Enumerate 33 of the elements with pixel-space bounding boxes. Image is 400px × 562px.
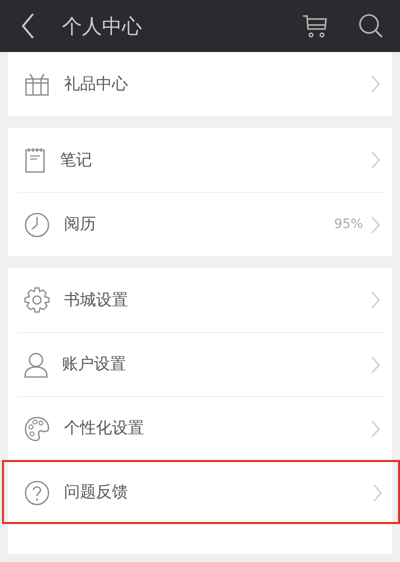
menu-item[interactable]: 笔记 bbox=[18, 128, 386, 192]
menu-item[interactable]: 礼品中心 bbox=[18, 52, 386, 116]
menu-item[interactable]: 阅历 95% bbox=[18, 192, 386, 256]
menu-label: 礼品中心 bbox=[64, 74, 128, 94]
chevron-icon bbox=[371, 420, 380, 438]
search-icon[interactable] bbox=[358, 13, 384, 39]
menu-item[interactable]: 个性化设置 bbox=[18, 396, 386, 460]
menu-label: 个性化设置 bbox=[64, 418, 144, 439]
back-icon[interactable] bbox=[20, 12, 36, 40]
palette-icon bbox=[24, 416, 50, 442]
notepad-icon bbox=[24, 147, 46, 173]
help-icon bbox=[24, 480, 50, 506]
menu-label: 书城设置 bbox=[64, 290, 128, 310]
chevron-icon bbox=[373, 484, 382, 502]
gift-icon bbox=[24, 71, 50, 97]
menu-item[interactable]: 账户设置 bbox=[18, 332, 386, 396]
menu-label: 账户设置 bbox=[62, 354, 126, 375]
chevron-icon bbox=[371, 216, 380, 234]
chevron-icon bbox=[371, 151, 380, 169]
chevron-icon bbox=[371, 356, 380, 374]
gear-icon bbox=[24, 287, 50, 313]
person-icon bbox=[24, 352, 48, 378]
menu-label: 阅历 bbox=[64, 214, 96, 235]
progress-value: 95% bbox=[334, 217, 363, 232]
menu-label: 问题反馈 bbox=[64, 482, 128, 503]
chevron-icon bbox=[371, 75, 380, 93]
page-title: 个人中心 bbox=[62, 12, 142, 40]
menu-item[interactable]: 书城设置 bbox=[18, 268, 386, 332]
clock-icon bbox=[24, 212, 50, 238]
cart-icon[interactable] bbox=[302, 13, 328, 39]
menu-label: 笔记 bbox=[60, 150, 92, 170]
menu-item[interactable]: 问题反馈 bbox=[2, 460, 400, 524]
chevron-icon bbox=[371, 291, 380, 309]
